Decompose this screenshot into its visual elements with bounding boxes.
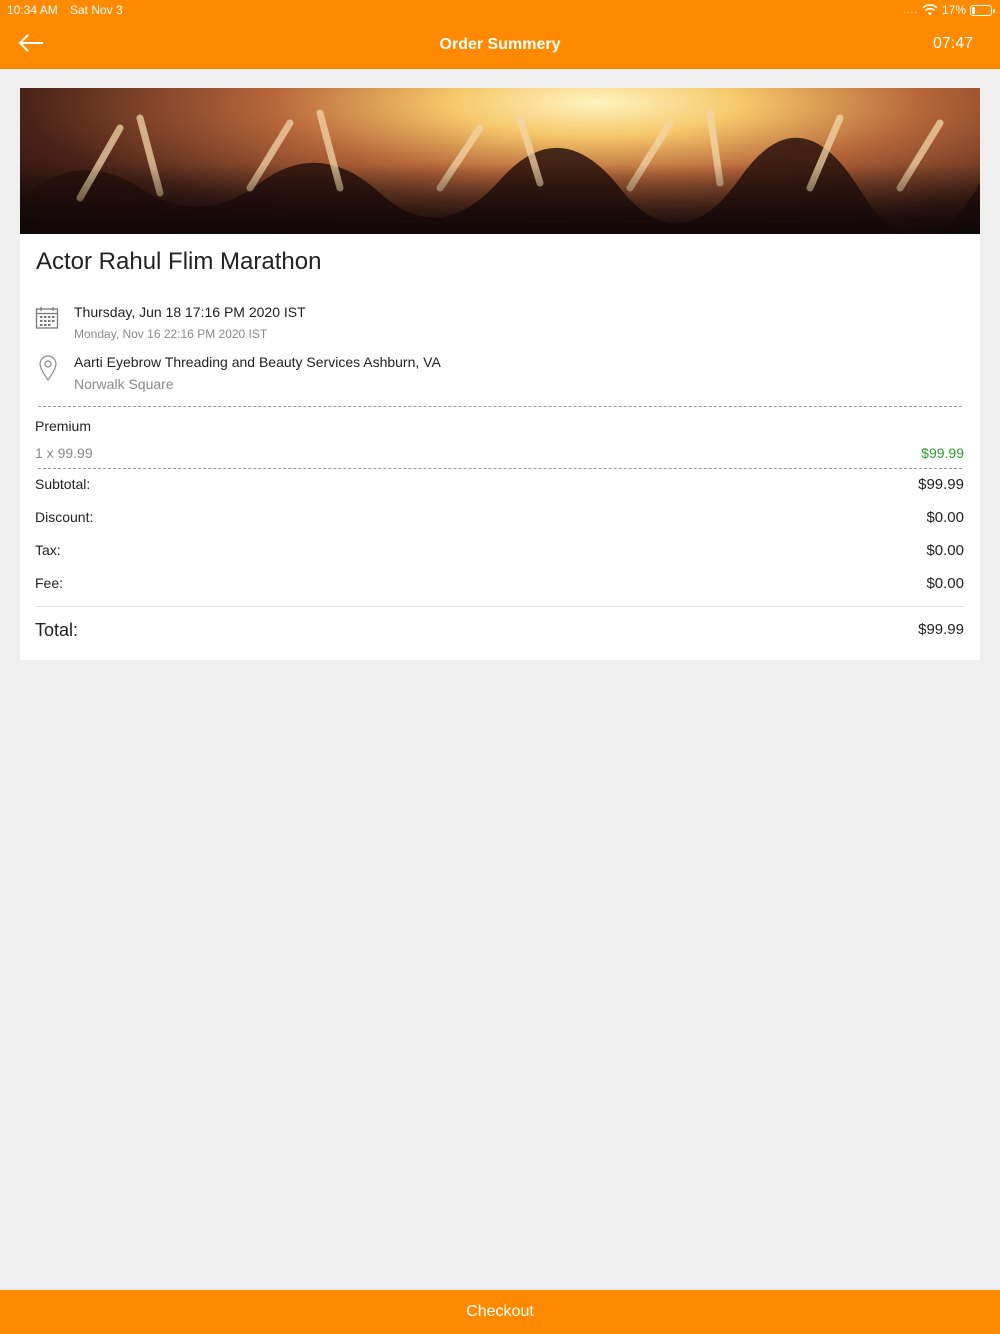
status-time: 10:34 AM — [7, 3, 58, 17]
checkout-button[interactable]: Checkout — [0, 1290, 1000, 1334]
divider — [38, 406, 962, 407]
battery-icon — [970, 4, 995, 16]
status-indicators: .... 17% — [902, 3, 995, 17]
subtotal-label: Subtotal: — [35, 476, 91, 492]
location-pin-icon — [39, 355, 57, 381]
divider — [38, 468, 962, 469]
tax-label: Tax: — [35, 542, 61, 558]
battery-percent: 17% — [941, 3, 966, 17]
wifi-icon — [922, 4, 938, 16]
event-end-date: Monday, Nov 16 22:16 PM 2020 IST — [74, 327, 268, 341]
event-title: Actor Rahul Flim Marathon — [36, 248, 322, 275]
discount-value: $0.00 — [926, 509, 964, 526]
discount-label: Discount: — [35, 509, 94, 525]
ticket-price: $99.99 — [921, 445, 964, 461]
ticket-quantity: 1 x 99.99 — [35, 445, 93, 461]
fee-value: $0.00 — [926, 575, 964, 592]
battery-fill — [972, 6, 975, 14]
subtotal-value: $99.99 — [918, 476, 964, 493]
divider — [36, 606, 964, 607]
order-summary-card: Actor Rahul Flim Marathon Thursday, Jun … — [20, 88, 980, 660]
top-bar: 10:34 AM Sat Nov 3 .... 17% Order Summer… — [0, 0, 1000, 69]
total-value: $99.99 — [918, 621, 964, 638]
ticket-type: Premium — [35, 418, 92, 434]
event-banner-image — [20, 88, 980, 234]
signal-dots: .... — [902, 4, 918, 16]
banner-shade — [20, 164, 980, 234]
tax-value: $0.00 — [926, 542, 964, 559]
fee-label: Fee: — [35, 575, 64, 591]
event-start-date: Thursday, Jun 18 17:16 PM 2020 IST — [74, 304, 306, 320]
status-date: Sat Nov 3 — [70, 3, 123, 17]
total-label: Total: — [35, 620, 79, 640]
venue-area: Norwalk Square — [74, 376, 174, 392]
countdown-timer: 07:47 — [932, 35, 973, 52]
calendar-icon — [35, 307, 59, 329]
page-title: Order Summery — [439, 36, 561, 53]
venue-name: Aarti Eyebrow Threading and Beauty Servi… — [74, 354, 441, 370]
